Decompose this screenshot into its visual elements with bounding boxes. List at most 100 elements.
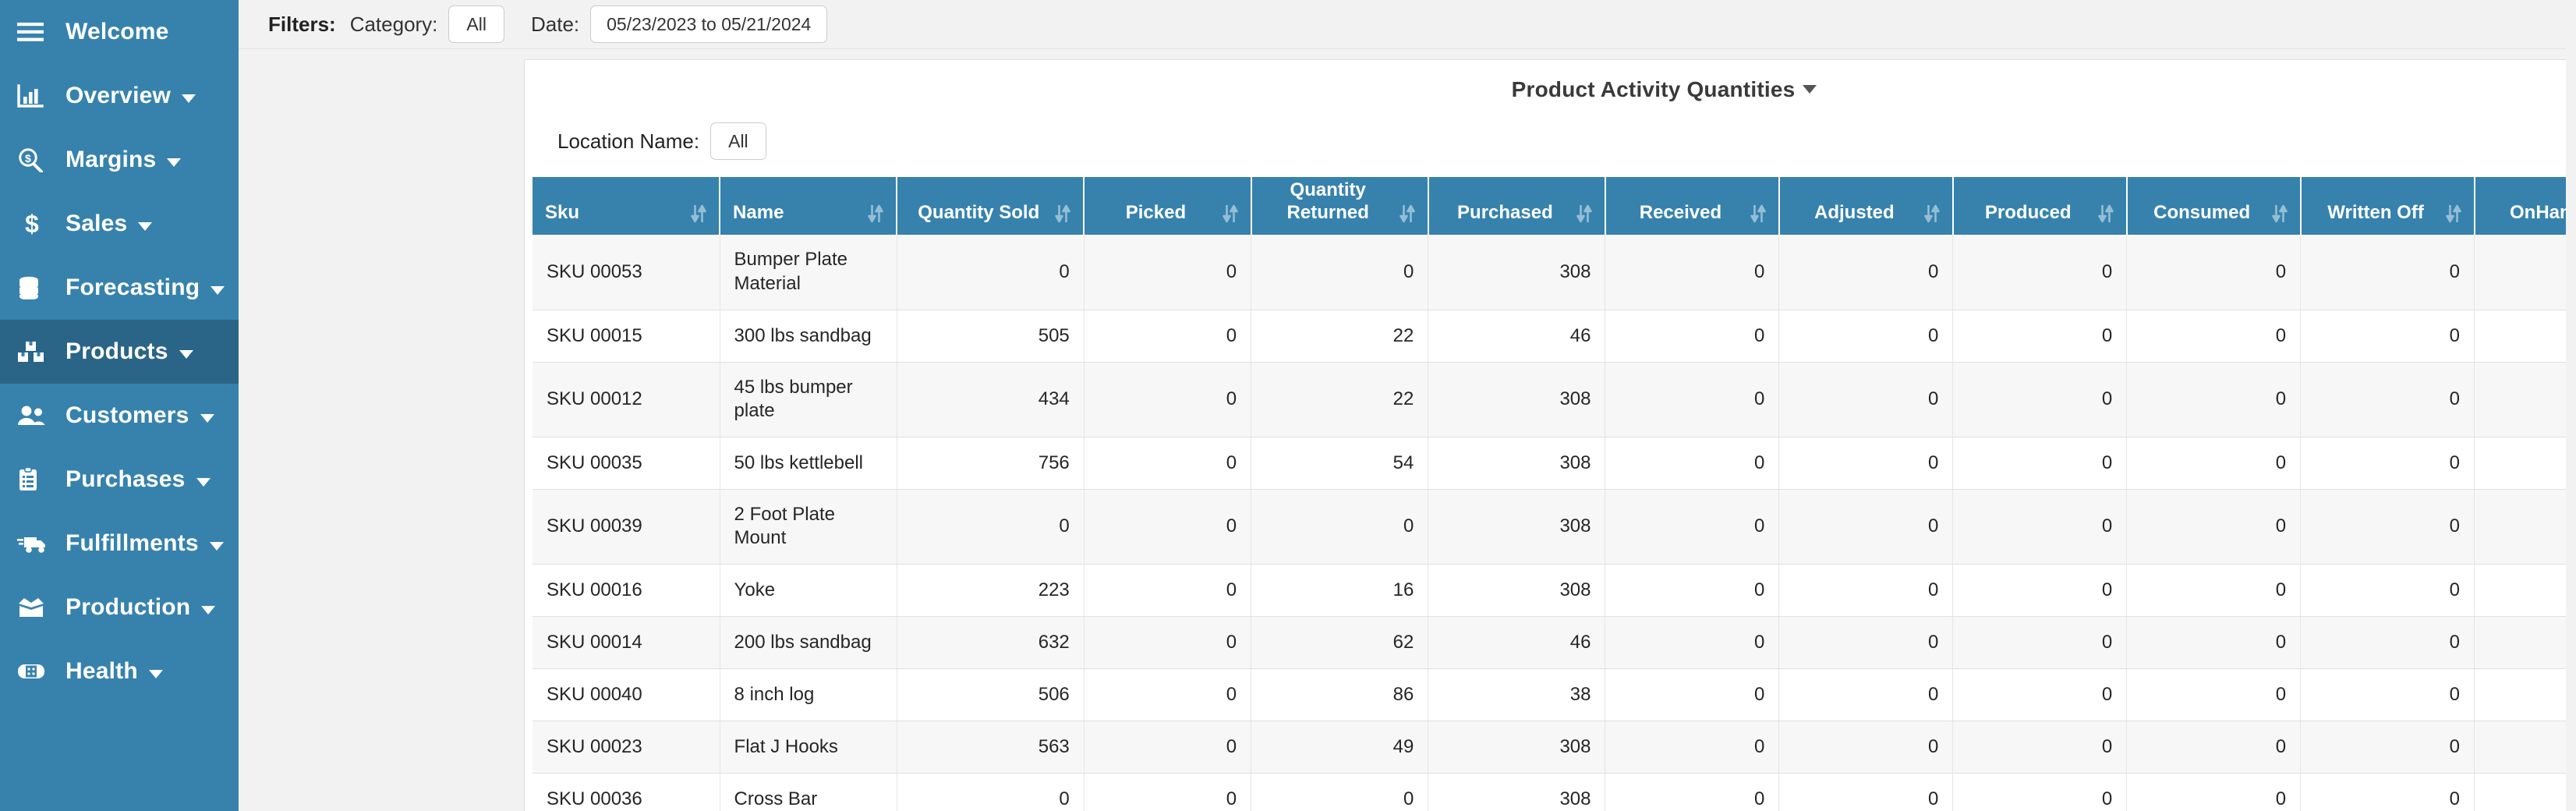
svg-text:$: $ (25, 211, 39, 236)
column-header-inner: Written Off (2314, 201, 2461, 224)
cell-picked: 0 (1084, 362, 1252, 437)
sidebar-item-welcome[interactable]: Welcome (0, 0, 239, 64)
column-header-name[interactable]: Name (720, 177, 898, 236)
column-header-sku[interactable]: Sku (533, 177, 721, 236)
sidebar-item-forecasting[interactable]: Forecasting (0, 256, 239, 320)
sidebar-item-margins[interactable]: $ Margins (0, 128, 239, 192)
sort-arrows-icon[interactable] (1750, 204, 1766, 224)
cell-quantity-returned: 49 (1251, 721, 1429, 774)
column-header-consumed[interactable]: Consumed (2126, 177, 2302, 236)
sort-arrows-icon[interactable] (2271, 204, 2288, 224)
chevron-down-icon[interactable] (1803, 85, 1817, 94)
table-row[interactable]: SKU 00016Yoke223016308000001210 (533, 564, 2576, 617)
cell-sku: SKU 00035 (533, 437, 720, 490)
column-header-quantity-returned[interactable]: Quantity Returned (1251, 177, 1429, 236)
column-header-label: Picked (1125, 202, 1187, 224)
table-scroll-container[interactable]: Sku Name Quantity Sold Picked Quantity Retur… (533, 177, 2576, 811)
column-header-inner: Quantity Returned (1265, 179, 1415, 225)
cell-purchased: 46 (1428, 310, 1606, 363)
cell-quantity-sold: 505 (897, 310, 1085, 363)
cell-adjusted: 0 (1778, 721, 1954, 774)
cell-sku: SKU 00014 (533, 616, 720, 669)
sidebar-item-sales[interactable]: $ Sales (0, 192, 239, 256)
table-row[interactable]: SKU 00023Flat J Hooks563049308000001350 (533, 721, 2576, 774)
column-header-purchased[interactable]: Purchased (1428, 177, 1606, 236)
vertical-scrollbar-gutter[interactable] (2566, 0, 2576, 811)
chevron-down-icon[interactable] (211, 285, 225, 295)
cell-picked: 0 (1084, 564, 1252, 617)
chevron-down-icon[interactable] (167, 158, 182, 167)
column-header-received[interactable]: Received (1605, 177, 1780, 236)
table-row[interactable]: SKU 00014200 lbs sandbag6320624600000158… (533, 616, 2576, 669)
column-header-adjusted[interactable]: Adjusted (1778, 177, 1954, 236)
table-row[interactable]: SKU 00036Cross Bar00030800000870 (533, 773, 2576, 811)
location-name-filter-button[interactable]: All (710, 122, 766, 161)
search-dollar-icon: $ (17, 147, 51, 173)
cell-picked: 0 (1084, 668, 1252, 721)
chevron-down-icon[interactable] (138, 221, 153, 231)
sidebar-item-overview[interactable]: Overview (0, 64, 239, 128)
cell-quantity-sold: 223 (897, 564, 1085, 617)
column-header-produced[interactable]: Produced (1952, 177, 2128, 236)
sidebar-item-health[interactable]: Health (0, 639, 239, 703)
product-activity-card: Product Activity Quantities Location Nam… (524, 59, 2576, 811)
category-filter-button[interactable]: All (448, 5, 504, 44)
card-title-row[interactable]: Product Activity Quantities (525, 60, 2576, 102)
sort-arrows-icon[interactable] (1576, 204, 1592, 224)
sort-arrows-icon[interactable] (1222, 204, 1238, 224)
column-header-inner: Quantity Sold (910, 201, 1071, 224)
column-header-label: Produced (1984, 202, 2072, 224)
cell-produced: 0 (1952, 310, 2128, 363)
sort-arrows-icon[interactable] (868, 204, 884, 224)
table-row[interactable]: SKU 000392 Foot Plate Mount0003080000014… (533, 489, 2576, 565)
sort-arrows-icon[interactable] (691, 204, 706, 224)
sidebar-item-fulfillments[interactable]: Fulfillments (0, 512, 239, 575)
chevron-down-icon[interactable] (200, 413, 214, 423)
table-row[interactable]: SKU 00035 50 lbs kettlebell 756 0 54 308 0 0 0 0 0… (533, 437, 2576, 490)
chevron-down-icon[interactable] (179, 349, 193, 359)
chevron-down-icon[interactable] (201, 605, 216, 614)
table-row[interactable]: SKU 00012 45 lbs bumper plate 434 0 22 308 0 0 0… (533, 362, 2576, 437)
cell-sku: SKU 00036 (533, 773, 720, 811)
cell-purchased: 308 (1428, 437, 1606, 490)
bandage-icon (17, 658, 51, 685)
chevron-down-icon[interactable] (196, 477, 211, 487)
table-row[interactable]: SKU 00015300 lbs sandbag5050224600000961… (533, 310, 2576, 363)
cell-sku: SKU 00015 (533, 310, 720, 363)
chevron-down-icon[interactable] (182, 94, 196, 103)
table-row[interactable]: SKU 000408 inch log5060863800000730 (533, 668, 2576, 721)
sidebar-item-products[interactable]: Products (0, 320, 239, 384)
sidebar-item-label: Health (65, 658, 138, 684)
cell-onhand: 120 (2474, 437, 2576, 490)
column-header-picked[interactable]: Picked (1084, 177, 1252, 236)
cell-purchased: 308 (1428, 362, 1606, 437)
cell-quantity-returned: 0 (1251, 235, 1429, 310)
cell-written-off: 0 (2300, 235, 2475, 310)
cell-picked: 0 (1084, 489, 1252, 565)
sort-arrows-icon[interactable] (1399, 204, 1415, 224)
column-header-written-off[interactable]: Written Off (2300, 177, 2475, 236)
column-header-quantity-sold[interactable]: Quantity Sold (897, 177, 1085, 236)
sort-arrows-icon[interactable] (2097, 204, 2114, 224)
column-header-label: Received (1639, 202, 1722, 224)
sidebar-item-customers[interactable]: Customers (0, 384, 239, 448)
cell-consumed: 0 (2126, 668, 2302, 721)
cell-consumed: 0 (2126, 721, 2302, 774)
column-header-onhand[interactable]: OnHand (2474, 177, 2576, 236)
sidebar-item-purchases[interactable]: Purchases (0, 448, 239, 512)
cell-quantity-sold: 632 (897, 616, 1085, 669)
bar-chart-icon (17, 83, 51, 109)
table-row[interactable]: SKU 00053 Bumper Plate Material 0 0 0 308 0 0 0 0… (533, 235, 2576, 310)
date-range-filter-button[interactable]: 05/23/2023 to 05/21/2024 (590, 5, 828, 44)
cell-produced: 0 (1952, 235, 2128, 310)
sort-arrows-icon[interactable] (1923, 204, 1940, 224)
cell-produced: 0 (1952, 668, 2128, 721)
chevron-down-icon[interactable] (148, 669, 163, 678)
chevron-down-icon[interactable] (209, 541, 224, 551)
sort-arrows-icon[interactable] (2445, 204, 2461, 224)
sidebar-item-production[interactable]: Production (0, 575, 239, 639)
cell-adjusted: 0 (1778, 310, 1954, 363)
sort-arrows-icon[interactable] (1055, 204, 1071, 224)
cell-consumed: 0 (2126, 310, 2302, 363)
column-header-inner: Sku (545, 201, 706, 224)
